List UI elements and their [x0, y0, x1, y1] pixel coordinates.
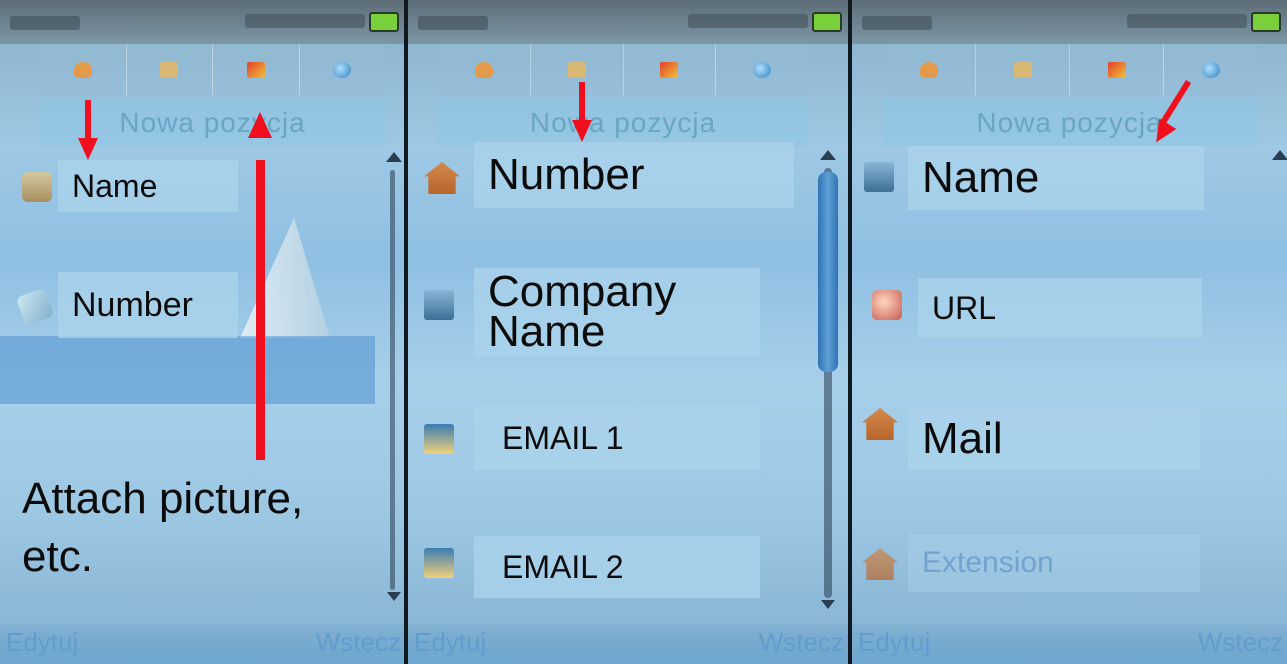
- scrollbar-thumb[interactable]: [818, 172, 838, 372]
- email1-field[interactable]: EMAIL 1: [474, 406, 760, 470]
- softkey-right[interactable]: Wstecz: [759, 627, 844, 658]
- battery-icon: [1251, 12, 1281, 32]
- home-icon: [862, 408, 898, 440]
- tab-flag[interactable]: [213, 44, 300, 96]
- tab-card[interactable]: [126, 44, 213, 96]
- tab-globe[interactable]: [299, 44, 385, 96]
- scroll-up-icon[interactable]: [1272, 150, 1287, 160]
- status-bar: [408, 0, 848, 44]
- extension-field[interactable]: Extension: [908, 534, 1200, 592]
- scroll-up-icon[interactable]: [386, 152, 402, 162]
- tab-bar: [40, 44, 385, 96]
- folder-icon: [22, 172, 52, 202]
- tab-contact[interactable]: [882, 44, 976, 96]
- contact-icon: [474, 62, 493, 78]
- tab-flag[interactable]: [623, 44, 717, 96]
- status-clock: [688, 14, 808, 28]
- card-icon: [567, 62, 586, 78]
- globe-icon: [872, 290, 902, 320]
- softkey-right[interactable]: Wstecz: [316, 627, 401, 658]
- carrier-name: [10, 16, 80, 30]
- name-field[interactable]: Name: [58, 160, 238, 212]
- screenshot-composite: Nowa pozycja Name Number Attach picture,…: [0, 0, 1287, 664]
- annotation-arrow-head: [572, 120, 592, 142]
- phone-icon: [15, 287, 55, 327]
- name-field[interactable]: Name: [908, 146, 1204, 210]
- number-field[interactable]: Number: [58, 272, 238, 338]
- carrier-name: [862, 16, 932, 30]
- softkey-left[interactable]: Edytuj: [414, 627, 486, 658]
- softkey-left[interactable]: Edytuj: [858, 627, 930, 658]
- mail-icon: [424, 424, 454, 454]
- page-title: Nowa pozycja: [438, 98, 808, 146]
- tab-contact[interactable]: [40, 44, 127, 96]
- globe-icon: [333, 62, 352, 78]
- contact-icon: [73, 62, 92, 78]
- email2-field[interactable]: EMAIL 2: [474, 536, 760, 598]
- status-bar: [0, 0, 405, 44]
- softkey-bar: Edytuj Wstecz: [0, 624, 405, 664]
- card-icon: [160, 62, 179, 78]
- tab-card[interactable]: [976, 44, 1070, 96]
- flag-icon: [660, 62, 679, 78]
- battery-icon: [369, 12, 399, 32]
- phone-screen-3: Nowa pozycja Name URL Mail Extension Edy…: [852, 0, 1287, 664]
- status-bar: [852, 0, 1287, 44]
- tab-bar: [438, 44, 808, 96]
- flag-icon: [246, 62, 265, 78]
- number-field[interactable]: Number: [474, 142, 794, 208]
- tab-contact[interactable]: [438, 44, 531, 96]
- contact-icon: [919, 62, 938, 78]
- annotation-text: Attach picture, etc.: [22, 474, 304, 581]
- softkey-right[interactable]: Wstecz: [1198, 627, 1283, 658]
- globe-icon: [753, 62, 772, 78]
- softkey-bar: Edytuj Wstecz: [408, 624, 848, 664]
- phone-screen-1: Nowa pozycja Name Number Attach picture,…: [0, 0, 405, 664]
- tab-card[interactable]: [530, 44, 624, 96]
- phone-screen-2: Nowa pozycja Number Company Name EMAIL 1…: [408, 0, 848, 664]
- annotation-arrow-shaft: [256, 160, 265, 460]
- globe-icon: [1201, 62, 1220, 78]
- softkey-bar: Edytuj Wstecz: [852, 624, 1287, 664]
- annotation-arrow-head: [248, 112, 272, 138]
- tab-globe[interactable]: [1164, 44, 1257, 96]
- mail-field[interactable]: Mail: [908, 408, 1200, 470]
- mail-icon: [424, 548, 454, 578]
- monitor-icon: [864, 162, 894, 192]
- sailboat-wallpaper: [240, 218, 330, 338]
- annotation-arrow-shaft: [85, 100, 91, 140]
- status-clock: [245, 14, 365, 28]
- scroll-down-icon[interactable]: [821, 600, 835, 609]
- annotation-arrow-shaft: [579, 82, 585, 122]
- company-name-field[interactable]: Company Name: [474, 268, 760, 356]
- tab-flag[interactable]: [1070, 44, 1164, 96]
- card-icon: [1013, 62, 1032, 78]
- scrollbar[interactable]: [390, 170, 395, 590]
- url-field[interactable]: URL: [918, 278, 1202, 338]
- home-icon: [424, 162, 460, 194]
- status-clock: [1127, 14, 1247, 28]
- page-title: Nowa pozycja: [882, 98, 1257, 146]
- home-icon: [862, 548, 898, 580]
- scroll-down-icon[interactable]: [387, 592, 401, 601]
- monitor-icon: [424, 290, 454, 320]
- tab-bar: [882, 44, 1257, 96]
- battery-icon: [812, 12, 842, 32]
- highlight-band: [0, 336, 375, 404]
- carrier-name: [418, 16, 488, 30]
- annotation-arrow-head: [78, 138, 98, 160]
- softkey-left[interactable]: Edytuj: [6, 627, 78, 658]
- scroll-up-icon[interactable]: [820, 150, 836, 160]
- tab-globe[interactable]: [716, 44, 808, 96]
- flag-icon: [1107, 62, 1126, 78]
